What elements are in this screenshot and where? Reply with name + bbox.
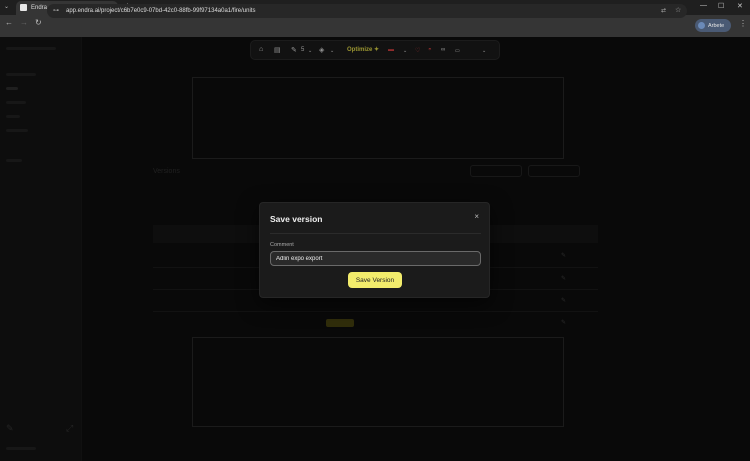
close-icon[interactable]: × (474, 212, 479, 221)
tab-title: Endra (31, 4, 48, 11)
translate-icon[interactable]: ⇄ (661, 7, 666, 14)
comment-label: Comment (270, 242, 294, 248)
browser-menu-icon[interactable]: ⋮ (739, 19, 747, 28)
maximize-icon[interactable]: ☐ (718, 2, 724, 10)
save-version-button[interactable]: Save Version (348, 272, 402, 288)
save-version-dialog: Save version × Comment Save Version (259, 202, 490, 298)
close-icon[interactable]: ✕ (737, 2, 743, 10)
url-text: app.endra.ai/project/c6b7e0c9-07bd-42c0-… (66, 8, 256, 14)
minimize-icon[interactable]: — (700, 2, 707, 9)
profile-button[interactable]: Arbete (695, 19, 731, 32)
profile-name: Arbete (708, 22, 725, 29)
back-icon[interactable]: ← (5, 18, 13, 27)
address-bar-row (0, 15, 750, 37)
tab-search-icon[interactable]: ⌄ (4, 3, 9, 10)
avatar (698, 22, 705, 29)
url-field[interactable]: ⊶ app.endra.ai/project/c6b7e0c9-07bd-42c… (47, 4, 687, 18)
reload-icon[interactable]: ↻ (35, 18, 42, 27)
dialog-title: Save version (270, 214, 323, 224)
endra-favicon-icon (20, 4, 27, 11)
bookmark-star-icon[interactable]: ☆ (675, 6, 681, 14)
divider (270, 233, 481, 234)
comment-input[interactable] (270, 251, 481, 266)
forward-icon[interactable]: → (20, 18, 28, 27)
site-info-icon[interactable]: ⊶ (53, 7, 59, 14)
